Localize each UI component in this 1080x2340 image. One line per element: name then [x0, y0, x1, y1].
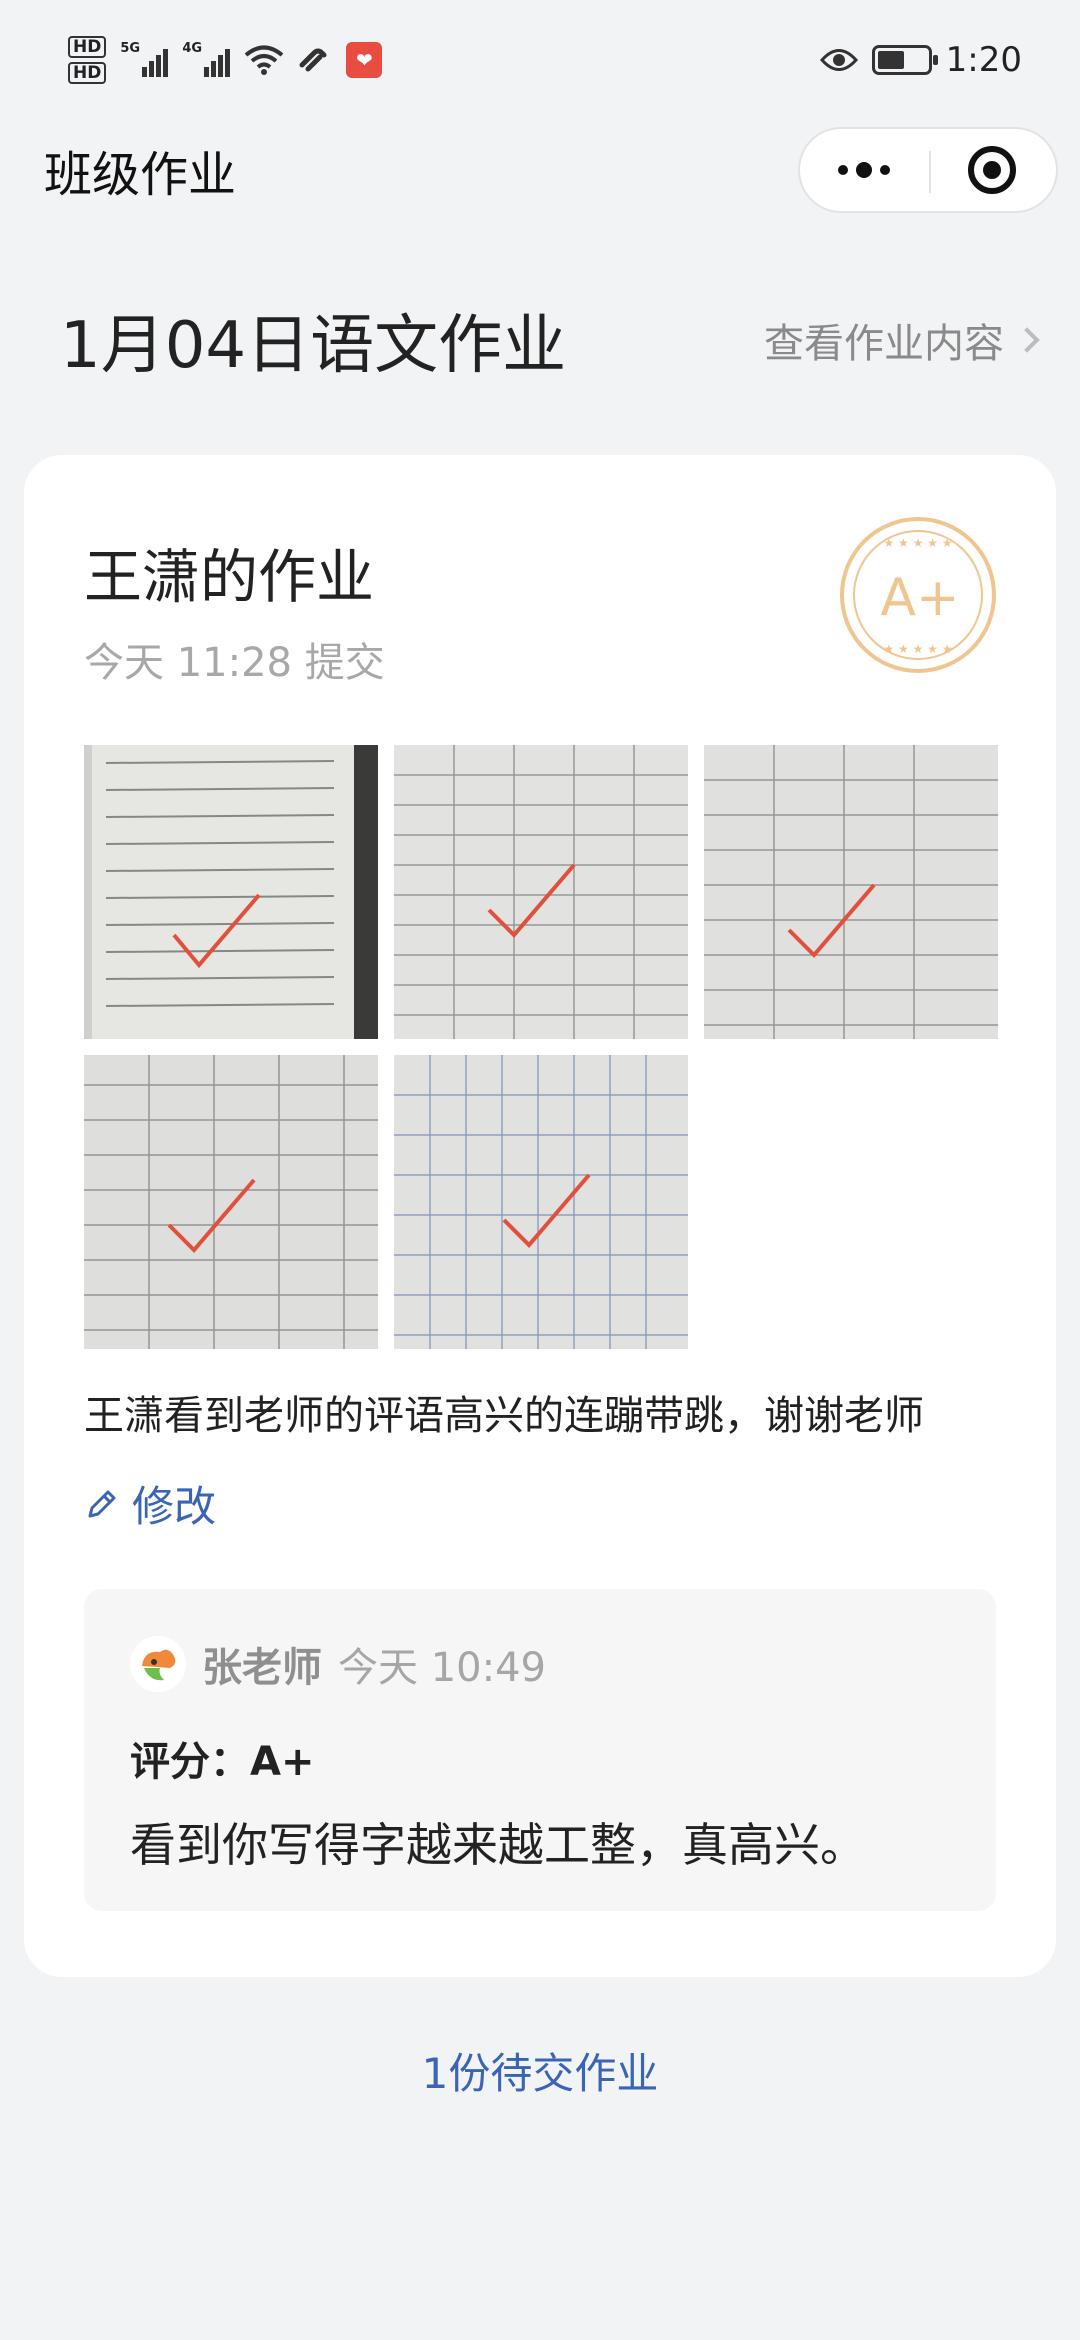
hd-indicator: HD HD [68, 36, 107, 84]
page-title: 班级作业 [44, 147, 237, 203]
link-icon [299, 48, 327, 72]
target-icon [968, 146, 1016, 194]
teacher-name: 张老师 [202, 1645, 322, 1691]
homework-photo-5[interactable] [394, 1055, 688, 1349]
battery-icon [871, 45, 938, 75]
review-time: 今天 10:49 [338, 1645, 546, 1691]
status-bar: HD HD 5G 4G ❤ 1:20 [0, 0, 1080, 120]
view-homework-link[interactable]: 查看作业内容 [764, 311, 1040, 369]
homework-header: 1月04日语文作业 查看作业内容 [0, 290, 1080, 390]
more-button[interactable] [800, 127, 928, 213]
submission-card: 王潇的作业 今天 11:28 提交 ★ ★ ★ ★ ★ ★ ★ ★ ★ ★ A+ [24, 455, 1056, 1977]
review-comment: 看到你写得字越来越工整，真高兴。 [130, 1818, 866, 1872]
app-notification-icon: ❤ [346, 42, 383, 78]
review-score: 评分：A+ [130, 1739, 315, 1785]
homework-photo-2[interactable] [394, 745, 688, 1039]
clock: 1:20 [945, 40, 1022, 80]
status-left: HD HD 5G 4G ❤ [68, 36, 383, 84]
edit-label: 修改 [132, 1482, 217, 1531]
more-icon [838, 162, 890, 178]
capsule-divider [929, 151, 931, 193]
student-homework-title: 王潇的作业 [84, 543, 375, 611]
wifi-icon [245, 45, 284, 75]
edit-button[interactable]: 修改 [84, 1473, 216, 1534]
review-header: 张老师 今天 10:49 [130, 1635, 546, 1693]
view-homework-label: 查看作业内容 [764, 321, 1004, 367]
teacher-avatar [130, 1636, 186, 1692]
eye-icon [819, 49, 858, 71]
chevron-right-icon [1014, 327, 1040, 353]
hd-icon: HD [68, 62, 107, 84]
mini-program-capsule [798, 127, 1058, 213]
signal-5g-icon: 5G [120, 41, 169, 77]
svg-text:★ ★ ★ ★ ★: ★ ★ ★ ★ ★ [883, 642, 952, 656]
signal-4g-icon: 4G [182, 41, 231, 77]
student-comment: 王潇看到老师的评语高兴的连蹦带跳，谢谢老师 [84, 1393, 924, 1439]
teacher-review: 张老师 今天 10:49 评分：A+ 看到你写得字越来越工整，真高兴。 [84, 1589, 996, 1911]
svg-text:A+: A+ [880, 568, 959, 628]
svg-text:★ ★ ★ ★ ★: ★ ★ ★ ★ ★ [883, 536, 952, 550]
homework-title: 1月04日语文作业 [60, 309, 567, 383]
status-right: 1:20 [819, 40, 1022, 80]
homework-photo-3[interactable] [704, 745, 998, 1039]
grade-stamp: ★ ★ ★ ★ ★ ★ ★ ★ ★ ★ A+ [840, 517, 996, 673]
submit-time: 今天 11:28 提交 [84, 640, 385, 686]
homework-photo-4[interactable] [84, 1055, 378, 1349]
pencil-icon [88, 1490, 116, 1517]
homework-photo-1[interactable] [84, 745, 378, 1039]
close-miniprogram-button[interactable] [928, 127, 1056, 213]
nav-bar: 班级作业 [0, 120, 1080, 220]
pending-homework-link[interactable]: 1份待交作业 [0, 2040, 1080, 2101]
hd-icon: HD [68, 36, 107, 58]
